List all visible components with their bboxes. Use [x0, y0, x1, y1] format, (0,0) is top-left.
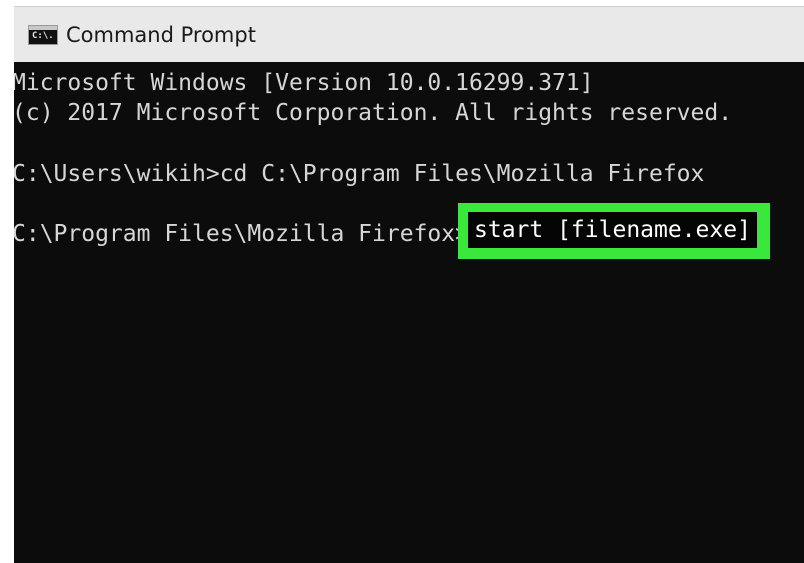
command-highlight-box: start [filename.exe]	[458, 203, 770, 259]
console-line-version: Microsoft Windows [Version 10.0.16299.37…	[14, 70, 594, 96]
console-line-cd-command: C:\Users\wikih>cd C:\Program Files\Mozil…	[14, 161, 705, 187]
console-prompt: C:\Program Files\Mozilla Firefox>	[14, 221, 469, 247]
console-line-copyright: (c) 2017 Microsoft Corporation. All righ…	[14, 100, 733, 126]
window-title: Command Prompt	[66, 23, 256, 47]
title-bar[interactable]: C:\. Command Prompt	[14, 6, 804, 62]
cmd-icon-bar	[29, 26, 57, 30]
cmd-icon: C:\.	[28, 25, 58, 45]
console-output[interactable]: Microsoft Windows [Version 10.0.16299.37…	[14, 62, 804, 563]
command-prompt-window: C:\. Command Prompt Microsoft Windows [V…	[14, 6, 804, 563]
highlighted-command: start [filename.exe]	[468, 212, 757, 248]
cmd-icon-label: C:\.	[32, 31, 54, 41]
